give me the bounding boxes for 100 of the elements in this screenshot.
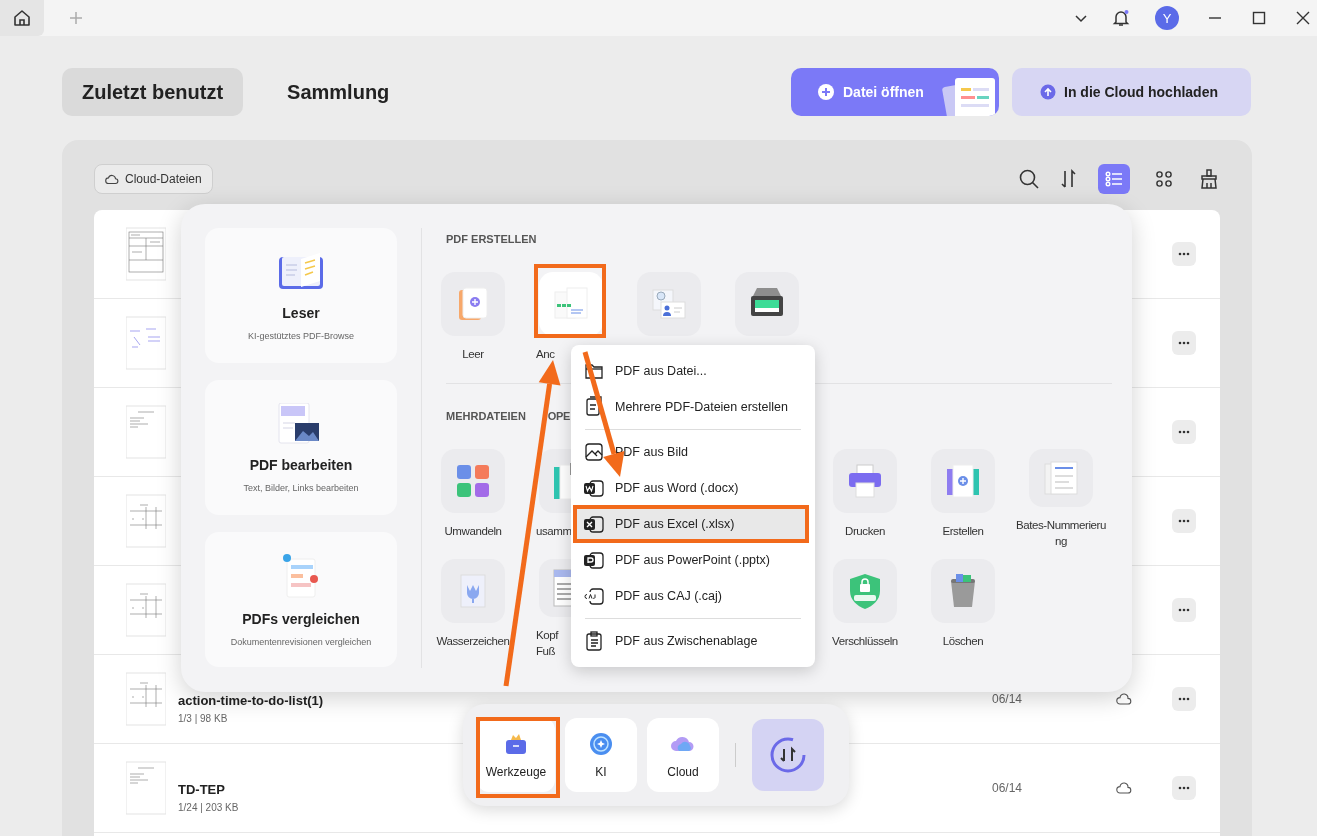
home-icon bbox=[12, 8, 32, 28]
more-button[interactable] bbox=[1172, 687, 1196, 711]
cloud-files-button[interactable]: Cloud-Dateien bbox=[94, 164, 213, 194]
tool-card[interactable]: Leser KI-gestütztes PDF-Browse bbox=[205, 228, 397, 363]
tool-card-subtitle: Text, Bilder, Links bearbeiten bbox=[243, 482, 359, 493]
tool-card-title: PDF bearbeiten bbox=[249, 456, 353, 473]
tool-tile[interactable] bbox=[833, 449, 897, 513]
file-info: 1/24 | 203 KB bbox=[178, 801, 239, 813]
section-heading: MEHRDATEIEN bbox=[446, 409, 526, 424]
avatar[interactable]: Y bbox=[1155, 6, 1179, 30]
upload-to-cloud-button[interactable]: In die Cloud hochladen bbox=[1012, 68, 1251, 116]
more-icon bbox=[1178, 341, 1190, 345]
menu-item[interactable]: PDF aus Bild bbox=[571, 434, 815, 470]
grid-icon bbox=[1154, 169, 1174, 189]
new-tab-icon[interactable] bbox=[68, 10, 84, 26]
tool-card-title: PDFs vergleichen bbox=[242, 610, 360, 627]
more-icon bbox=[1178, 608, 1190, 612]
excel-icon bbox=[583, 513, 605, 535]
document-thumbnail[interactable] bbox=[126, 402, 166, 462]
document-thumbnail[interactable] bbox=[126, 669, 166, 729]
tool-card-subtitle: KI-gestütztes PDF-Browse bbox=[248, 330, 354, 341]
transfer-icon bbox=[768, 735, 808, 775]
tool-label: Löschen bbox=[941, 634, 985, 649]
menu-item[interactable]: Mehrere PDF-Dateien erstellen bbox=[571, 389, 815, 425]
broom-icon[interactable] bbox=[1198, 168, 1220, 190]
tool-label: Drucken bbox=[844, 524, 886, 539]
image-icon bbox=[583, 441, 605, 463]
home-tab[interactable] bbox=[0, 0, 44, 36]
tool-tile[interactable] bbox=[833, 559, 897, 623]
cloud-icon[interactable] bbox=[1116, 692, 1132, 706]
document-thumbnail[interactable] bbox=[126, 491, 166, 551]
tool-tile[interactable] bbox=[931, 559, 995, 623]
upload-icon bbox=[1040, 84, 1056, 100]
tab[interactable]: Sammlung bbox=[267, 68, 410, 116]
open-file-button[interactable]: Datei öffnen bbox=[791, 68, 999, 116]
list-icon bbox=[1104, 169, 1124, 189]
file-name: TD-TEP bbox=[178, 781, 226, 797]
document-thumbnail[interactable] bbox=[126, 313, 166, 373]
tool-tile[interactable] bbox=[441, 449, 505, 513]
compare-document-icon bbox=[281, 552, 321, 599]
more-button[interactable] bbox=[1172, 598, 1196, 622]
document-thumbnail[interactable] bbox=[126, 758, 166, 818]
tool-tile[interactable] bbox=[441, 559, 505, 623]
dock-button[interactable]: Cloud bbox=[647, 718, 719, 792]
cloud-icon[interactable] bbox=[1116, 781, 1132, 795]
file-date: 06/14 bbox=[991, 781, 1022, 795]
tool-label: Bates-Nummerierung bbox=[1014, 518, 1108, 549]
menu-item[interactable]: PDF aus CAJ (.caj) bbox=[571, 578, 815, 614]
tool-label: Leer bbox=[461, 347, 485, 362]
ppt-icon bbox=[583, 549, 605, 571]
tool-tile[interactable] bbox=[539, 272, 603, 336]
list-view-button[interactable] bbox=[1098, 164, 1130, 194]
tool-tile[interactable] bbox=[637, 272, 701, 336]
caj-icon bbox=[583, 585, 605, 607]
cloud-icon bbox=[105, 173, 119, 185]
multi-icon bbox=[583, 396, 605, 418]
more-icon bbox=[1178, 786, 1190, 790]
menu-item[interactable]: PDF aus Datei... bbox=[571, 353, 815, 389]
tool-label: Kopf Fuß bbox=[535, 628, 559, 659]
document-thumbnail[interactable] bbox=[126, 580, 166, 640]
tool-tile[interactable] bbox=[1029, 449, 1093, 507]
more-icon bbox=[1178, 697, 1190, 701]
clipboard-icon bbox=[583, 630, 605, 652]
menu-item[interactable]: PDF aus PowerPoint (.pptx) bbox=[571, 542, 815, 578]
section-heading: OPE bbox=[547, 409, 570, 424]
ai-icon bbox=[588, 731, 614, 757]
more-button[interactable] bbox=[1172, 420, 1196, 444]
more-button[interactable] bbox=[1172, 331, 1196, 355]
tool-label: Verschlüsseln bbox=[831, 634, 899, 649]
tab[interactable]: Zuletzt benutzt bbox=[62, 68, 244, 116]
tool-card[interactable]: PDF bearbeiten Text, Bilder, Links bearbeiten bbox=[205, 380, 397, 515]
more-button[interactable] bbox=[1172, 776, 1196, 800]
close-icon[interactable] bbox=[1295, 10, 1311, 26]
tool-tile[interactable] bbox=[931, 449, 995, 513]
file-date: 06/14 bbox=[991, 692, 1022, 706]
menu-item[interactable]: PDF aus Zwischenablage bbox=[571, 623, 815, 659]
more-icon bbox=[1178, 252, 1190, 256]
tool-card[interactable]: PDFs vergleichen Dokumentenrevisionen vergleichen bbox=[205, 532, 397, 667]
stacked-pages-icon bbox=[1041, 458, 1081, 498]
plus-circle-icon bbox=[817, 83, 835, 101]
tool-card-title: Leser bbox=[282, 304, 320, 321]
file-info: 1/3 | 98 KB bbox=[178, 712, 229, 724]
document-thumbnail[interactable] bbox=[126, 224, 166, 284]
dock-button[interactable]: KI bbox=[565, 718, 637, 792]
more-icon bbox=[1178, 519, 1190, 523]
notification-bell-icon[interactable] bbox=[1111, 8, 1131, 28]
transfer-button[interactable] bbox=[752, 719, 824, 791]
word-icon bbox=[583, 477, 605, 499]
more-button[interactable] bbox=[1172, 509, 1196, 533]
tool-tile[interactable] bbox=[735, 272, 799, 336]
more-button[interactable] bbox=[1172, 242, 1196, 266]
dock-button[interactable]: Werkzeuge bbox=[477, 718, 555, 792]
menu-item[interactable]: PDF aus Word (.docx) bbox=[571, 470, 815, 506]
tool-tile[interactable] bbox=[441, 272, 505, 336]
tool-label: Wasserzeichen bbox=[435, 634, 511, 649]
tool-label: Umwandeln bbox=[443, 524, 503, 539]
search-icon[interactable] bbox=[1018, 168, 1040, 190]
tool-card-subtitle: Dokumentenrevisionen vergleichen bbox=[230, 636, 372, 647]
maximize-icon[interactable] bbox=[1251, 10, 1267, 26]
section-heading: PDF ERSTELLEN bbox=[446, 232, 537, 247]
